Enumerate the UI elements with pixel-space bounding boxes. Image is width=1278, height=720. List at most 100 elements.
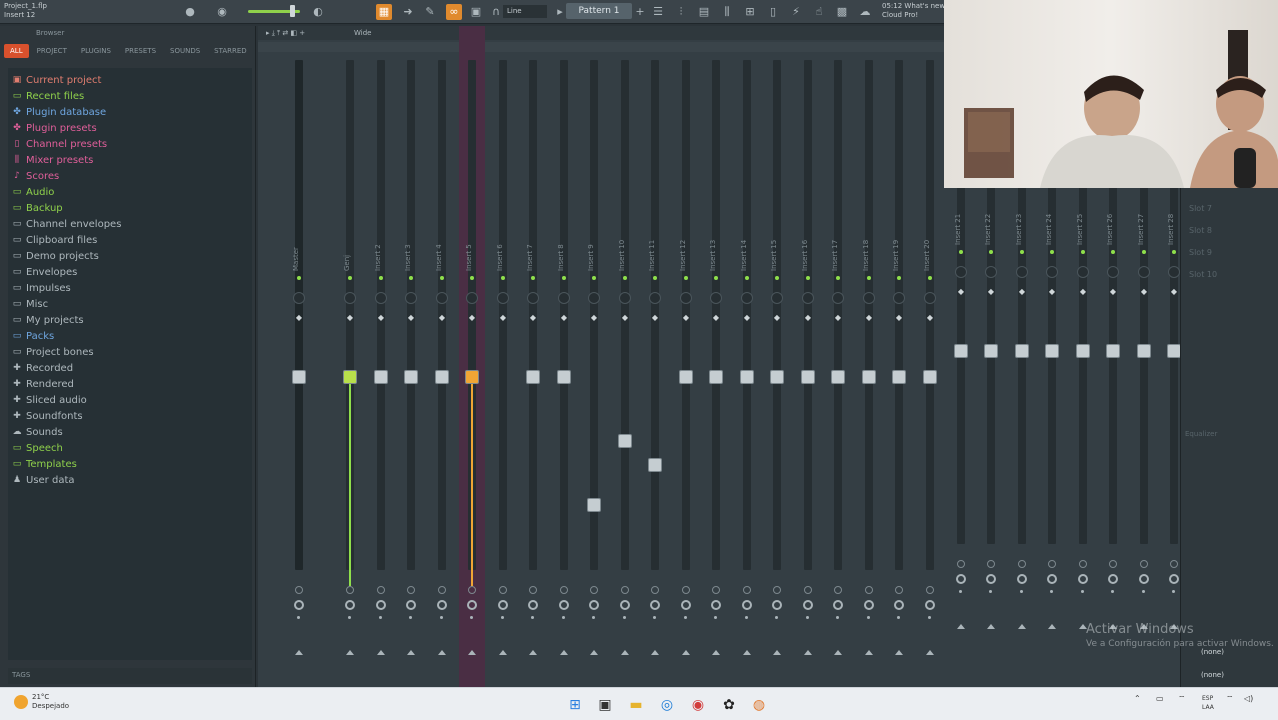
browser-item[interactable]: ▭ Speech bbox=[8, 440, 252, 456]
pan-knob[interactable] bbox=[985, 266, 997, 278]
mixer-track[interactable]: Insert 12 ◆ bbox=[673, 26, 699, 687]
fx-toggle[interactable] bbox=[895, 586, 903, 594]
pan-knob[interactable] bbox=[802, 292, 814, 304]
track-led[interactable] bbox=[531, 276, 535, 280]
pan-knob[interactable] bbox=[527, 292, 539, 304]
mixer-track[interactable]: Insert 6 ◆ bbox=[490, 26, 516, 687]
route-arrow-icon[interactable] bbox=[1048, 624, 1056, 629]
volume-fader[interactable] bbox=[526, 370, 540, 384]
volume-fader[interactable] bbox=[984, 344, 998, 358]
fx-knob[interactable] bbox=[376, 600, 386, 610]
fx-toggle[interactable] bbox=[1079, 560, 1087, 568]
master-volume-handle[interactable] bbox=[290, 5, 295, 17]
route-arrow-icon[interactable] bbox=[987, 624, 995, 629]
route-arrow-icon[interactable] bbox=[295, 650, 303, 655]
track-led[interactable] bbox=[470, 276, 474, 280]
fx-knob[interactable] bbox=[833, 600, 843, 610]
browser-tab-sounds[interactable]: SOUNDS bbox=[164, 44, 206, 58]
browser-item[interactable]: ⫼ Mixer presets bbox=[8, 152, 252, 168]
volume-fader[interactable] bbox=[801, 370, 815, 384]
fx-toggle[interactable] bbox=[712, 586, 720, 594]
browser-tab-starred[interactable]: STARRED bbox=[208, 44, 253, 58]
browser-item[interactable]: ▭ Clipboard files bbox=[8, 232, 252, 248]
browser-item[interactable]: ✚ Recorded bbox=[8, 360, 252, 376]
fl-studio-taskbar-icon[interactable]: ◍ bbox=[750, 696, 768, 714]
volume-fader[interactable] bbox=[1076, 344, 1090, 358]
arrow-icon[interactable]: ➜ bbox=[400, 4, 416, 20]
fx-toggle[interactable] bbox=[590, 586, 598, 594]
route-dot[interactable] bbox=[379, 616, 382, 619]
browser-item[interactable]: ▭ Channel envelopes bbox=[8, 216, 252, 232]
pan-knob[interactable] bbox=[863, 292, 875, 304]
pan-knob[interactable] bbox=[344, 292, 356, 304]
route-dot[interactable] bbox=[501, 616, 504, 619]
mixer-track[interactable]: Insert 16 ◆ bbox=[795, 26, 821, 687]
mixer-track[interactable]: Insert 3 ◆ bbox=[398, 26, 424, 687]
fx-knob[interactable] bbox=[803, 600, 813, 610]
route-arrow-icon[interactable] bbox=[377, 650, 385, 655]
pan-knob[interactable] bbox=[1016, 266, 1028, 278]
task-view-icon[interactable]: ▣ bbox=[596, 696, 614, 714]
route-arrow-icon[interactable] bbox=[468, 650, 476, 655]
volume-fader[interactable] bbox=[892, 370, 906, 384]
route-dot[interactable] bbox=[775, 616, 778, 619]
pan-knob[interactable] bbox=[680, 292, 692, 304]
fx-knob[interactable] bbox=[559, 600, 569, 610]
fx-toggle[interactable] bbox=[804, 586, 812, 594]
track-led[interactable] bbox=[1050, 250, 1054, 254]
fx-knob[interactable] bbox=[498, 600, 508, 610]
fx-knob[interactable] bbox=[650, 600, 660, 610]
browser-item[interactable]: ♪ Scores bbox=[8, 168, 252, 184]
browser-icon[interactable]: ⊞ bbox=[742, 4, 758, 20]
track-led[interactable] bbox=[1020, 250, 1024, 254]
fx-toggle[interactable] bbox=[957, 560, 965, 568]
route-arrow-icon[interactable] bbox=[590, 650, 598, 655]
browser-item[interactable]: ▭ Audio bbox=[8, 184, 252, 200]
mixer-track[interactable]: Insert 19 ◆ bbox=[886, 26, 912, 687]
browser-item[interactable]: ▭ Recent files bbox=[8, 88, 252, 104]
pan-knob[interactable] bbox=[466, 292, 478, 304]
volume-fader[interactable] bbox=[587, 498, 601, 512]
news-panel[interactable]: 05:12 What's new Cloud Pro! bbox=[882, 2, 944, 20]
volume-fader[interactable] bbox=[1045, 344, 1059, 358]
pan-knob[interactable] bbox=[924, 292, 936, 304]
route-arrow-icon[interactable] bbox=[346, 650, 354, 655]
fx-toggle[interactable] bbox=[621, 586, 629, 594]
track-led[interactable] bbox=[1111, 250, 1115, 254]
route-dot[interactable] bbox=[745, 616, 748, 619]
route-arrow-icon[interactable] bbox=[529, 650, 537, 655]
browser-item[interactable]: ✤ Plugin presets bbox=[8, 120, 252, 136]
fx-knob[interactable] bbox=[1017, 574, 1027, 584]
pan-knob[interactable] bbox=[649, 292, 661, 304]
pan-knob[interactable] bbox=[588, 292, 600, 304]
route-arrow-icon[interactable] bbox=[834, 650, 842, 655]
fx-toggle[interactable] bbox=[295, 586, 303, 594]
chrome-icon[interactable]: ◉ bbox=[689, 696, 707, 714]
add-pattern-icon[interactable]: + bbox=[632, 4, 648, 20]
volume-fader[interactable] bbox=[770, 370, 784, 384]
cpu-icon[interactable]: ▩ bbox=[834, 4, 850, 20]
track-led[interactable] bbox=[592, 276, 596, 280]
browser-item[interactable]: ✚ Rendered bbox=[8, 376, 252, 392]
track-led[interactable] bbox=[745, 276, 749, 280]
volume-fader[interactable] bbox=[923, 370, 937, 384]
route-arrow-icon[interactable] bbox=[895, 650, 903, 655]
browser-tab-plugins[interactable]: PLUGINS bbox=[75, 44, 117, 58]
route-arrow-icon[interactable] bbox=[743, 650, 751, 655]
route-dot[interactable] bbox=[653, 616, 656, 619]
fx-knob[interactable] bbox=[925, 600, 935, 610]
fx-knob[interactable] bbox=[894, 600, 904, 610]
volume-fader[interactable] bbox=[709, 370, 723, 384]
fx-toggle[interactable] bbox=[560, 586, 568, 594]
mixer-track-master[interactable]: Master ◆ bbox=[286, 26, 312, 687]
route-dot[interactable] bbox=[470, 616, 473, 619]
mixer-track[interactable]: Insert 22 ◆ bbox=[978, 188, 1004, 661]
route-dot[interactable] bbox=[1111, 590, 1114, 593]
fx-knob[interactable] bbox=[1078, 574, 1088, 584]
route-in[interactable]: (none) bbox=[1189, 648, 1224, 656]
track-led[interactable] bbox=[928, 276, 932, 280]
mixer-track[interactable]: Insert 2 ◆ bbox=[368, 26, 394, 687]
fx-knob[interactable] bbox=[1108, 574, 1118, 584]
volume-fader[interactable] bbox=[679, 370, 693, 384]
browser-item[interactable]: ▯ Channel presets bbox=[8, 136, 252, 152]
